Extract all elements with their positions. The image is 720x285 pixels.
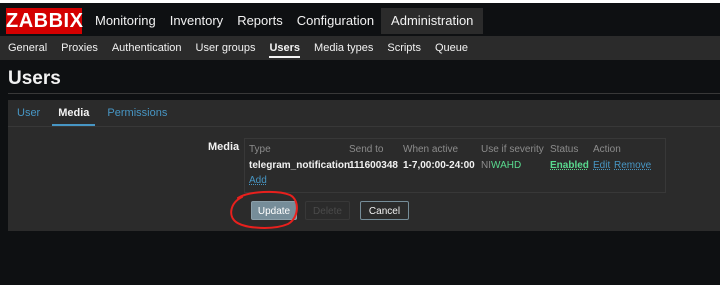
user-form-panel: User Media Permissions Media Type Send t…	[8, 100, 720, 231]
tab-permissions[interactable]: Permissions	[98, 100, 176, 126]
menu-monitoring[interactable]: Monitoring	[88, 8, 163, 34]
red-highlight-circle	[230, 190, 298, 229]
submenu-users[interactable]: Users	[262, 36, 307, 60]
delete-button[interactable]: Delete	[305, 201, 350, 220]
severity-inactive: NI	[481, 160, 491, 171]
main-menu: Monitoring Inventory Reports Configurati…	[88, 8, 484, 34]
media-table: Type Send to When active Use if severity…	[244, 138, 666, 193]
form-tabs: User Media Permissions	[8, 100, 176, 126]
tab-media[interactable]: Media	[49, 100, 98, 126]
severity-active: WAHD	[491, 160, 522, 171]
when-active-value: 1-7,00:00-24:00	[403, 160, 475, 171]
severity-value: NIWAHD	[481, 160, 521, 171]
menu-inventory[interactable]: Inventory	[163, 8, 230, 34]
zabbix-logo[interactable]: ZABBIX	[6, 8, 83, 34]
submenu-user-groups[interactable]: User groups	[189, 36, 263, 60]
column-header-use-if-severity: Use if severity	[481, 144, 544, 155]
status-enabled-toggle[interactable]: Enabled	[550, 160, 589, 171]
cancel-button[interactable]: Cancel	[360, 201, 409, 220]
sub-menu: General Proxies Authentication User grou…	[0, 36, 720, 60]
submenu-scripts[interactable]: Scripts	[380, 36, 428, 60]
submenu-media-types[interactable]: Media types	[307, 36, 380, 60]
page-title: Users	[8, 68, 61, 89]
column-header-action: Action	[593, 144, 621, 155]
tab-user[interactable]: User	[8, 100, 49, 126]
column-header-send-to: Send to	[349, 144, 384, 155]
remove-media-link[interactable]: Remove	[614, 160, 651, 171]
menu-administration[interactable]: Administration	[381, 8, 484, 34]
menu-configuration[interactable]: Configuration	[290, 8, 381, 34]
menu-reports[interactable]: Reports	[230, 8, 290, 34]
media-field-label: Media	[208, 141, 240, 153]
column-header-type: Type	[249, 144, 271, 155]
media-type-value: telegram_notification	[249, 160, 351, 171]
column-header-status: Status	[550, 144, 579, 155]
send-to-value: 111600348	[349, 160, 398, 171]
submenu-queue[interactable]: Queue	[428, 36, 475, 60]
edit-media-link[interactable]: Edit	[593, 160, 610, 171]
column-header-when-active: When active	[403, 144, 459, 155]
title-divider	[8, 93, 720, 94]
tabs-divider	[8, 126, 720, 127]
top-navigation-bar: ZABBIX Monitoring Inventory Reports Conf…	[0, 0, 720, 36]
submenu-general[interactable]: General	[0, 36, 54, 60]
submenu-proxies[interactable]: Proxies	[54, 36, 105, 60]
submenu-authentication[interactable]: Authentication	[105, 36, 189, 60]
add-media-link[interactable]: Add	[249, 175, 267, 186]
